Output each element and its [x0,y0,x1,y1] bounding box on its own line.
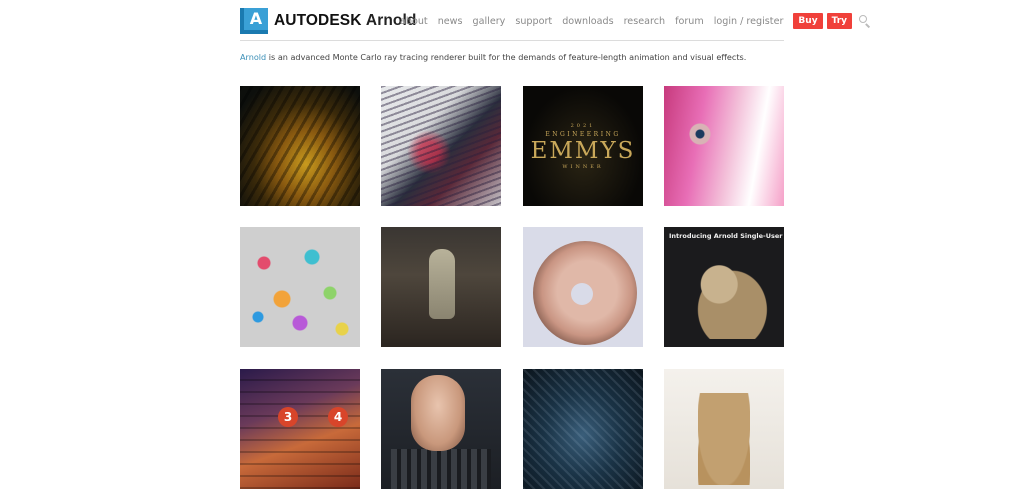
autodesk-arnold-logo[interactable]: A AUTODESK Arnold [240,8,416,34]
gallery-image-android-woman[interactable] [381,369,501,489]
arnold-logo-icon: A [240,8,268,34]
intro-text: Arnold is an advanced Monte Carlo ray tr… [240,52,746,62]
gallery-image-pink-portrait[interactable] [664,86,784,206]
arnold-link[interactable]: Arnold [240,52,266,62]
toy-figure [698,393,750,485]
emmys-winner: WINNER [562,163,604,170]
gallery-image-hair-sculpture[interactable] [381,86,501,206]
nav-gallery[interactable]: gallery [473,16,506,27]
emmys-title: EMMYS [530,137,636,164]
nav-news[interactable]: news [438,16,463,27]
logo-wordmark: AUTODESK Arnold [274,12,417,29]
gallery-image-emmys[interactable]: 2021 ENGINEERING EMMYS WINNER [523,86,643,206]
gallery-image-alien-character[interactable] [381,227,501,347]
nav-support[interactable]: support [515,16,552,27]
try-button[interactable]: Try [826,13,853,29]
nav-about[interactable]: about [400,16,428,27]
gallery-image-dunny-toy[interactable] [664,369,784,489]
intro-description: is an advanced Monte Carlo ray tracing r… [266,52,747,62]
nav-downloads[interactable]: downloads [562,16,613,27]
site-header: A AUTODESK Arnold about news gallery sup… [240,8,871,41]
single-user-caption: Introducing Arnold Single-User [669,232,783,240]
emmys-year: 2021 [570,122,596,129]
emmys-engineering: ENGINEERING [545,130,621,138]
platform-number-3: 3 [278,407,298,427]
gallery-image-single-user[interactable]: Introducing Arnold Single-User [664,227,784,347]
nav-forum[interactable]: forum [675,16,704,27]
gallery-image-blue-face[interactable] [523,369,643,489]
search-icon[interactable] [858,14,872,28]
platform-number-4: 4 [328,407,348,427]
nav-research[interactable]: research [624,16,666,27]
nav-login-register[interactable]: login / register [714,16,784,27]
buy-button[interactable]: Buy [793,13,823,29]
wildcat-figure [684,255,772,339]
gallery-image-arnold-6-face[interactable] [523,227,643,347]
gallery-image-train-station[interactable]: 3 4 [240,369,360,489]
gallery-image-colorful-spheres[interactable] [240,227,360,347]
gallery-image-abstract-organic[interactable] [240,86,360,206]
main-nav: about news gallery support downloads res… [400,12,872,30]
